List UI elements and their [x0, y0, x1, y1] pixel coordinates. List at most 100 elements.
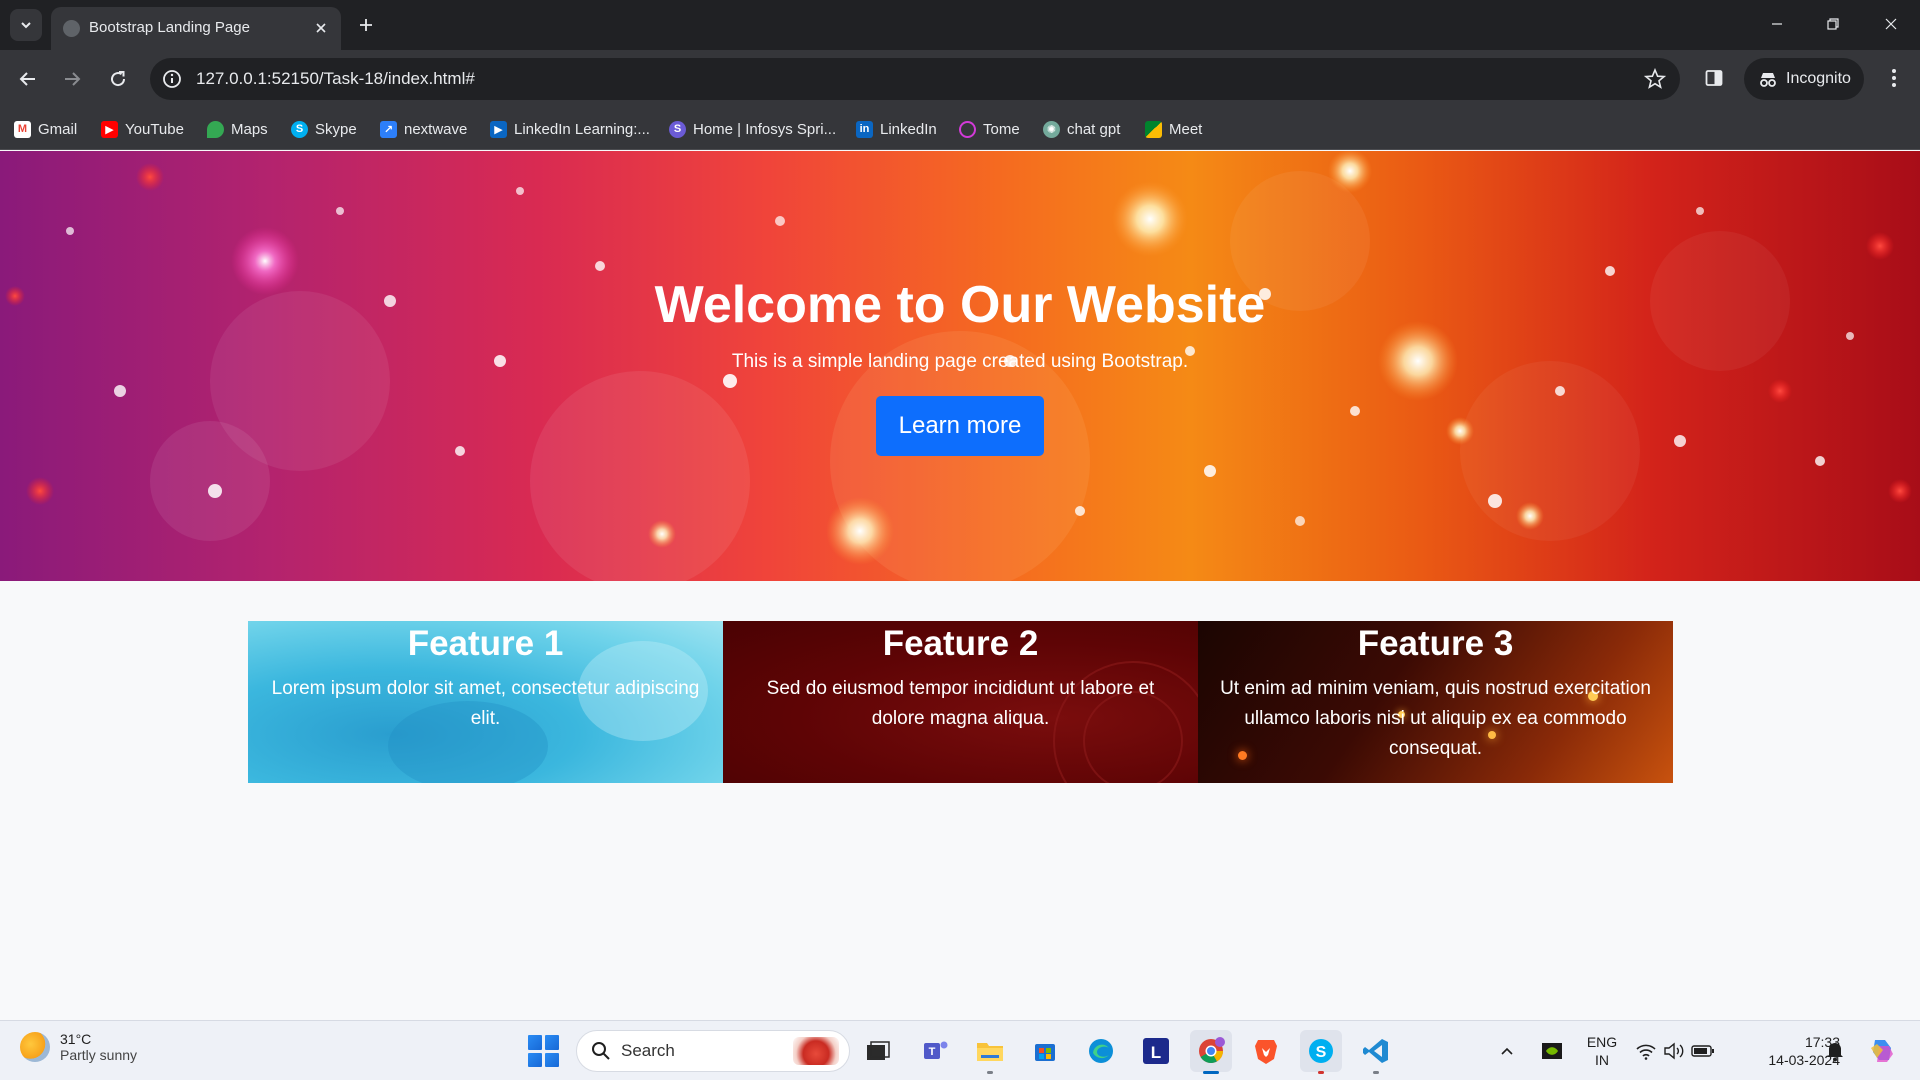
hero-title: Welcome to Our Website [654, 276, 1266, 334]
side-panel-button[interactable] [1700, 64, 1728, 92]
feature-card-3: Feature 3 Ut enim ad minim veniam, quis … [1198, 621, 1673, 783]
incognito-badge[interactable]: Incognito [1744, 58, 1864, 100]
features-row: Feature 1 Lorem ipsum dolor sit amet, co… [248, 621, 1673, 783]
incognito-icon [1760, 73, 1776, 87]
active-indicator [1203, 1071, 1219, 1074]
url-text[interactable]: 127.0.0.1:52150/Task-18/index.html# [196, 69, 475, 89]
bookmark-chatgpt[interactable]: ✺ chat gpt [1043, 116, 1120, 142]
youtube-icon: ▶ [101, 120, 118, 138]
taskbar-search[interactable]: Search [576, 1030, 850, 1072]
browser-tab-strip: Bootstrap Landing Page [0, 0, 1920, 50]
l-app-icon: L [1143, 1038, 1169, 1064]
chevron-down-icon [21, 22, 31, 29]
copilot-icon [1871, 1040, 1893, 1062]
volume-icon [1664, 1042, 1684, 1060]
new-tab-button[interactable] [352, 11, 380, 39]
restore-button[interactable] [1808, 8, 1858, 40]
bell-icon [1827, 1043, 1843, 1062]
chrome-icon [1199, 1037, 1225, 1064]
bookmark-maps[interactable]: Maps [207, 116, 268, 142]
taskbar-vscode[interactable] [1355, 1030, 1397, 1074]
feature-text: Sed do eiusmod tempor incididunt ut labo… [766, 678, 1155, 729]
windows-logo-tile [545, 1035, 559, 1050]
folder-icon [977, 1043, 1003, 1061]
partly-sunny-icon [20, 1032, 50, 1062]
reload-button[interactable] [102, 63, 134, 95]
taskbar-file-explorer[interactable] [969, 1030, 1011, 1074]
bookmark-infosys[interactable]: S Home | Infosys Spri... [669, 116, 836, 142]
hero-section: Welcome to Our Website This is a simple … [0, 151, 1920, 581]
running-indicator [987, 1071, 993, 1074]
arrow-right-icon [65, 72, 81, 86]
gmail-icon: M [14, 120, 31, 138]
windows-logo-tile [545, 1052, 559, 1067]
weather-widget[interactable]: 31°C Partly sunny [20, 1031, 137, 1063]
incognito-label: Incognito [1786, 70, 1851, 87]
hero-subtitle: This is a simple landing page created us… [731, 351, 1189, 372]
nvidia-tray-button[interactable] [1533, 1030, 1571, 1072]
taskbar-l-app[interactable]: L [1135, 1030, 1177, 1072]
globe-icon [63, 20, 80, 37]
language-indicator[interactable]: ENG IN [1582, 1033, 1622, 1069]
bookmark-star-icon[interactable] [1644, 68, 1666, 90]
start-button[interactable] [528, 1035, 560, 1067]
address-bar[interactable]: 127.0.0.1:52150/Task-18/index.html# [150, 58, 1680, 100]
taskbar-chrome[interactable] [1190, 1030, 1232, 1074]
bookmark-linkedin-learning[interactable]: ▶ LinkedIn Learning:... [490, 116, 650, 142]
bookmark-meet[interactable]: Meet [1145, 116, 1202, 142]
chatgpt-icon: ✺ [1043, 120, 1060, 138]
taskbar-store[interactable] [1024, 1030, 1066, 1072]
store-icon [1035, 1044, 1055, 1061]
notifications-button[interactable] [1816, 1030, 1854, 1072]
browser-menu-button[interactable] [1880, 64, 1908, 92]
weather-description: Partly sunny [60, 1047, 138, 1063]
back-button[interactable] [12, 63, 44, 95]
region-code: IN [1595, 1052, 1609, 1068]
hero-content: Welcome to Our Website This is a simple … [0, 151, 1920, 581]
show-hidden-icons-button[interactable] [1492, 1030, 1522, 1072]
bookmark-youtube[interactable]: ▶ YouTube [101, 116, 184, 142]
weather-temperature: 31°C [60, 1031, 92, 1047]
bookmark-skype[interactable]: S Skype [291, 116, 357, 142]
tome-icon [959, 120, 976, 138]
wifi-icon [1636, 1044, 1656, 1060]
more-vertical-icon [1892, 69, 1896, 87]
browser-tab-active[interactable]: Bootstrap Landing Page [51, 7, 341, 50]
tab-close-button[interactable] [311, 18, 331, 38]
restore-icon [1827, 18, 1839, 30]
battery-icon [1691, 1045, 1714, 1057]
minimize-button[interactable] [1752, 8, 1802, 40]
taskbar-brave[interactable] [1245, 1030, 1287, 1072]
running-indicator [1373, 1071, 1379, 1074]
info-icon[interactable] [162, 69, 182, 89]
running-indicator [1318, 1071, 1324, 1074]
meet-icon [1145, 120, 1162, 138]
bookmark-label: chat gpt [1067, 120, 1121, 138]
bookmark-nextwave[interactable]: ↗ nextwave [380, 116, 467, 142]
feature-card-1: Feature 1 Lorem ipsum dolor sit amet, co… [248, 621, 723, 783]
taskbar-edge[interactable] [1080, 1030, 1122, 1072]
taskbar-skype[interactable]: S [1300, 1030, 1342, 1074]
learn-more-button[interactable]: Learn more [876, 396, 1044, 456]
bookmark-gmail[interactable]: M Gmail [14, 116, 77, 142]
copilot-button[interactable] [1860, 1030, 1904, 1072]
svg-text:L: L [1151, 1043, 1161, 1062]
forward-button[interactable] [56, 63, 88, 95]
bookmark-tome[interactable]: Tome [959, 116, 1020, 142]
nextwave-icon: ↗ [380, 120, 397, 138]
tab-search-button[interactable] [10, 9, 42, 41]
network-volume-battery-button[interactable] [1630, 1030, 1720, 1072]
task-view-button[interactable] [857, 1030, 899, 1072]
feature-title: Feature 2 [882, 624, 1039, 663]
side-panel-icon [1705, 70, 1723, 86]
bookmark-linkedin[interactable]: in LinkedIn [856, 116, 937, 142]
bookmark-label: Tome [983, 120, 1020, 138]
teams-icon: T [924, 1041, 948, 1059]
infosys-icon: S [669, 120, 686, 138]
taskbar-teams[interactable]: T [915, 1030, 957, 1072]
windows-logo-tile [528, 1035, 542, 1050]
feature-card-2: Feature 2 Sed do eiusmod tempor incididu… [723, 621, 1198, 783]
bookmark-label: YouTube [125, 120, 184, 138]
close-window-button[interactable] [1866, 8, 1916, 40]
feature-title: Feature 3 [1357, 624, 1514, 663]
